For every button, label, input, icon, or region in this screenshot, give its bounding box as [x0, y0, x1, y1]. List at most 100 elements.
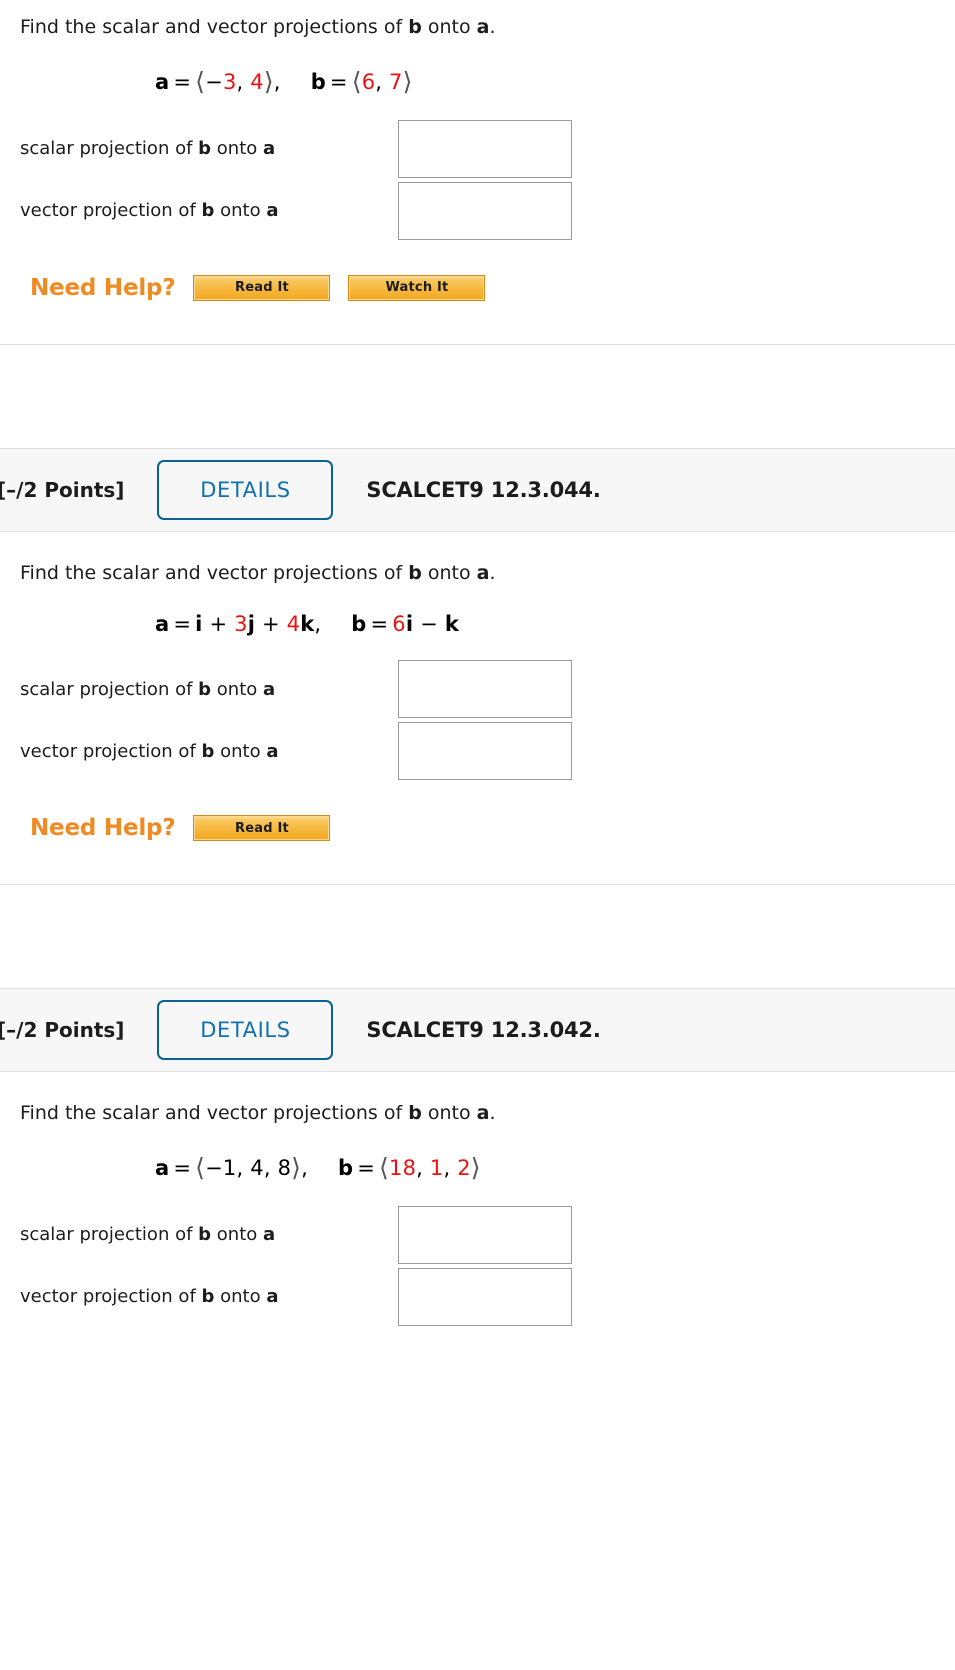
problem-body: Find the scalar and vector projections o… [0, 1072, 955, 1328]
vector-a-term-part-4: + [255, 612, 287, 637]
answer-label-leading: vector projection of [20, 200, 202, 222]
scalar-projection-input[interactable] [398, 119, 572, 178]
answer-label-leading: scalar projection of [20, 678, 199, 700]
vector-a-term-part-2: 3 [234, 612, 248, 637]
angle-bracket-open-a: ⟨ [195, 1152, 206, 1182]
vector-a-symbol: a [155, 1155, 170, 1180]
need-help-label: Need Help? [30, 274, 176, 301]
vector-a-component-part-2: 4 [250, 1155, 264, 1180]
answer-label-middle: onto [214, 1286, 267, 1308]
vector-b-component-part-2: 7 [389, 69, 403, 94]
equals-sign-a: = [173, 612, 192, 637]
answer-label-leading: scalar projection of [20, 138, 199, 160]
answer-row: scalar projection of b onto a [0, 658, 955, 720]
vector-a-component-part-1: 3 [222, 69, 237, 94]
section-spacer-top [0, 848, 955, 885]
answers-group: scalar projection of b onto a vector proj… [0, 658, 955, 782]
vector-a-term-part-3: j [247, 612, 256, 637]
answer-row: vector projection of b onto a [0, 1266, 955, 1328]
answer-label: scalar projection of b onto a [20, 679, 398, 700]
prompt-text-trailing: . [489, 16, 496, 38]
equals-sign-b: = [370, 612, 389, 637]
vector-a-component-part-4: 8 [277, 1155, 292, 1180]
read-it-button[interactable]: Read It [193, 815, 331, 842]
answer-label-middle: onto [211, 1224, 263, 1246]
vector-a-component-part-2: , [236, 69, 251, 94]
vector-b-component-part-3: , [443, 1155, 458, 1180]
need-help-row: Need Help? Read It Watch It [0, 268, 955, 308]
vector-a-component-part-0: −1 [205, 1155, 237, 1180]
scalar-projection-input[interactable] [398, 660, 572, 719]
problem-block-p2: Find the scalar and vector projections o… [0, 531, 955, 849]
problem-prompt: Find the scalar and vector projections o… [0, 1100, 955, 1127]
vector-a-component-part-1: , [236, 1155, 251, 1180]
vector-projection-input[interactable] [398, 722, 572, 781]
section-spacer-bottom [0, 344, 955, 448]
answers-group: scalar projection of b onto a vector proj… [0, 1204, 955, 1328]
problem-prompt: Find the scalar and vector projections o… [0, 14, 955, 41]
vector-b-symbol: b [338, 1155, 354, 1180]
comma-separator: , [314, 612, 322, 637]
answer-row: scalar projection of b onto a [0, 118, 955, 180]
problem-block-p3: Find the scalar and vector projections o… [0, 1072, 955, 1328]
answer-label: vector projection of b onto a [20, 200, 398, 221]
prompt-text-leading: Find the scalar and vector projections o… [20, 1102, 409, 1125]
answer-label-b: b [201, 1286, 215, 1308]
answer-label-a: a [266, 200, 279, 222]
angle-bracket-open-b: ⟨ [351, 66, 362, 96]
problem-header: [–/2 Points] DETAILS SCALCET9 12.3.042. [0, 988, 955, 1073]
section-spacer-bottom [0, 885, 955, 989]
answer-label: vector projection of b onto a [20, 741, 398, 762]
answer-label: scalar projection of b onto a [20, 1224, 398, 1245]
answers-group: scalar projection of b onto a vector proj… [0, 118, 955, 242]
answer-label-middle: onto [214, 200, 267, 222]
answer-label-a: a [262, 678, 276, 700]
assignment-page: Find the scalar and vector projections o… [0, 0, 955, 1328]
read-it-button[interactable]: Read It [193, 274, 331, 301]
prompt-text-leading: Find the scalar and vector projections o… [20, 16, 409, 38]
question-reference: SCALCET9 12.3.042. [366, 1018, 601, 1043]
vector-b-component-part-2: 1 [429, 1155, 444, 1180]
answer-label-a: a [266, 1286, 279, 1308]
vector-a-label: a [476, 1102, 490, 1125]
vector-b-term-part-2: − [413, 612, 445, 637]
question-reference: SCALCET9 12.3.044. [366, 477, 601, 502]
answer-label-b: b [198, 1224, 212, 1246]
vector-projection-input[interactable] [398, 1267, 572, 1326]
details-button[interactable]: DETAILS [157, 459, 334, 520]
prompt-text-middle: onto [421, 1102, 477, 1125]
vector-b-term-part-0: 6 [392, 612, 406, 637]
vector-definition: a = i + 3j + 4k, b = 6i − k [0, 612, 955, 636]
scalar-projection-input[interactable] [398, 1205, 572, 1264]
answer-label-leading: vector projection of [20, 740, 202, 762]
answer-label-middle: onto [211, 138, 263, 160]
vector-a-term-part-0: i [195, 612, 203, 637]
prompt-text-middle: onto [421, 16, 477, 38]
answer-label-b: b [198, 678, 212, 700]
vector-b-symbol: b [351, 612, 367, 637]
angle-bracket-close-a: ⟩ [291, 1152, 302, 1182]
equals-sign-a: = [173, 1155, 192, 1180]
vector-b-label: b [408, 16, 422, 38]
angle-bracket-close-a: ⟩ [263, 66, 274, 96]
vector-definition: a = ⟨−1, 4, 8⟩, b = ⟨18, 1, 2⟩ [0, 1153, 955, 1182]
watch-it-button[interactable]: Watch It [348, 274, 486, 301]
equals-sign-b: = [357, 1155, 376, 1180]
vector-b-component-part-4: 2 [457, 1155, 471, 1180]
angle-bracket-open-b: ⟨ [379, 1152, 390, 1182]
problem-body: Find the scalar and vector projections o… [0, 532, 955, 849]
vector-projection-input[interactable] [398, 181, 572, 240]
answer-row: vector projection of b onto a [0, 180, 955, 242]
answer-label-a: a [262, 1224, 276, 1246]
answer-label-middle: onto [214, 740, 267, 762]
vector-b-label: b [408, 1102, 422, 1125]
answer-label-middle: onto [211, 678, 263, 700]
answer-row: vector projection of b onto a [0, 720, 955, 782]
vector-b-label: b [408, 561, 422, 584]
vector-a-symbol: a [155, 612, 170, 637]
vector-a-label: a [476, 561, 490, 584]
equals-sign-b: = [329, 69, 348, 94]
details-button[interactable]: DETAILS [157, 1000, 334, 1061]
vector-b-component-part-1: , [375, 69, 390, 94]
problem-prompt: Find the scalar and vector projections o… [0, 560, 955, 587]
